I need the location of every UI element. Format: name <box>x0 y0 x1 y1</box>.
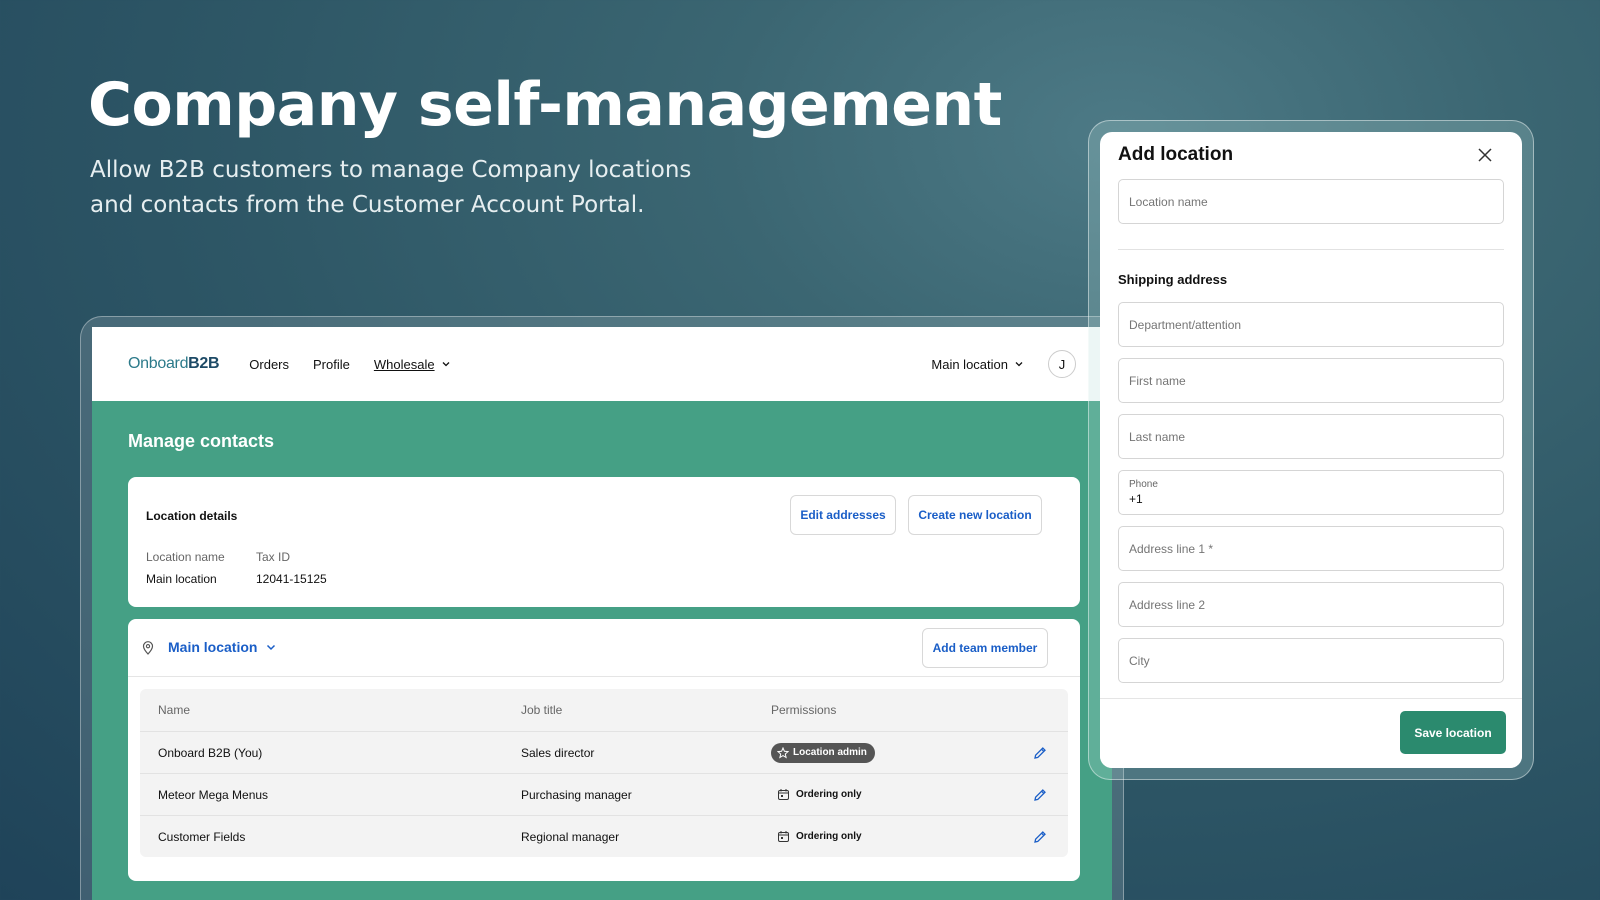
address-line-1-input[interactable] <box>1118 526 1504 571</box>
location-details-heading: Location details <box>146 509 238 523</box>
calendar-icon <box>778 789 789 800</box>
pencil-icon[interactable] <box>1033 830 1047 844</box>
hero-subtitle-line-1: Allow B2B customers to manage Company lo… <box>90 157 692 183</box>
logo-suffix: B2B <box>188 355 220 372</box>
divider <box>1118 249 1504 250</box>
location-name-label: Location name <box>146 550 225 564</box>
tax-id-value: 12041-15125 <box>256 572 327 586</box>
permission-badge-ordering: Ordering only <box>771 830 862 843</box>
phone-label: Phone <box>1129 479 1158 490</box>
member-job-title: Purchasing manager <box>521 787 632 802</box>
chevron-down-icon <box>1015 362 1023 367</box>
table-row: Customer Fields Regional manager Orderin… <box>140 815 1068 857</box>
page-title: Manage contacts <box>128 431 275 451</box>
location-switcher-label: Main location <box>931 356 1008 372</box>
top-navigation-bar: OnboardB2B Orders Profile Wholesale Main… <box>92 327 1112 401</box>
permission-label: Ordering only <box>796 831 862 842</box>
pencil-icon[interactable] <box>1033 788 1047 802</box>
last-name-input[interactable] <box>1118 414 1504 459</box>
address-line-2-input[interactable] <box>1118 582 1504 627</box>
logo-prefix: Onboard <box>128 355 189 372</box>
team-table: Name Job title Permissions Onboard B2B (… <box>140 689 1068 857</box>
team-header: Main location Add team member <box>128 619 1080 677</box>
phone-value: +1 <box>1129 492 1143 506</box>
hero-subtitle-line-2: and contacts from the Customer Account P… <box>90 192 645 218</box>
chevron-down-icon <box>267 644 276 651</box>
team-location-label: Main location <box>168 639 258 655</box>
hero-subtitle: Allow B2B customers to manage Company lo… <box>90 153 710 223</box>
chevron-down-icon <box>442 362 450 367</box>
location-switcher[interactable]: Main location <box>931 357 1024 372</box>
customer-portal: OnboardB2B Orders Profile Wholesale Main… <box>92 327 1112 900</box>
department-input[interactable] <box>1118 302 1504 347</box>
team-members-card: Main location Add team member Name Job t… <box>128 619 1080 881</box>
permission-label: Ordering only <box>796 789 862 800</box>
member-job-title: Sales director <box>521 745 595 760</box>
avatar[interactable]: J <box>1048 350 1076 378</box>
column-header-name: Name <box>158 703 191 717</box>
member-name: Customer Fields <box>158 829 246 844</box>
location-name-input[interactable] <box>1118 179 1504 224</box>
phone-field[interactable]: Phone +1 <box>1118 470 1504 515</box>
star-icon <box>777 746 789 759</box>
tax-id-label: Tax ID <box>256 550 291 564</box>
logo[interactable]: OnboardB2B <box>128 355 220 373</box>
member-name: Onboard B2B (You) <box>158 745 263 760</box>
nav-wholesale-dropdown[interactable]: Wholesale <box>374 357 451 372</box>
nav-orders[interactable]: Orders <box>249 357 289 372</box>
permission-badge-admin: Location admin <box>771 742 875 763</box>
nav-wholesale-label: Wholesale <box>373 356 435 372</box>
add-location-modal: Add location Shipping address Phone +1 S… <box>1100 132 1522 768</box>
save-location-button[interactable]: Save location <box>1400 711 1506 754</box>
location-name-value: Main location <box>146 572 217 586</box>
member-name: Meteor Mega Menus <box>158 787 269 802</box>
modal-title: Add location <box>1118 144 1234 165</box>
first-name-input[interactable] <box>1118 358 1504 403</box>
create-new-location-button[interactable]: Create new location <box>908 495 1042 535</box>
add-team-member-button[interactable]: Add team member <box>922 628 1048 668</box>
team-location-dropdown[interactable]: Main location <box>168 639 277 655</box>
member-job-title: Regional manager <box>521 829 620 844</box>
pencil-icon[interactable] <box>1033 746 1047 760</box>
location-pin-icon <box>142 641 154 655</box>
permission-label: Location admin <box>793 747 867 758</box>
edit-addresses-button[interactable]: Edit addresses <box>790 495 896 535</box>
column-header-permissions: Permissions <box>771 703 837 717</box>
nav-profile[interactable]: Profile <box>313 357 350 372</box>
table-row: Meteor Mega Menus Purchasing manager Ord… <box>140 773 1068 815</box>
city-input[interactable] <box>1118 638 1504 683</box>
table-header-row: Name Job title Permissions <box>140 689 1068 731</box>
calendar-icon <box>778 831 789 842</box>
close-icon[interactable] <box>1476 146 1494 164</box>
permission-badge-ordering: Ordering only <box>771 788 862 801</box>
modal-footer: Save location <box>1100 698 1522 768</box>
hero-title: Company self-management <box>88 70 1002 140</box>
column-header-job-title: Job title <box>521 703 563 717</box>
table-row: Onboard B2B (You) Sales director Locatio… <box>140 731 1068 773</box>
shipping-address-heading: Shipping address <box>1118 272 1228 287</box>
location-details-card: Location details Edit addresses Create n… <box>128 477 1080 607</box>
